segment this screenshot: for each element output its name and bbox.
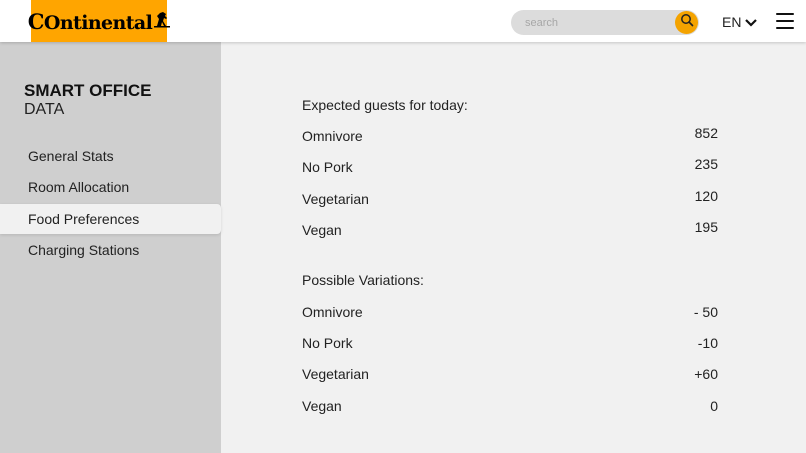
sidebar-item-label: Charging Stations	[28, 242, 140, 258]
top-header: COntinental EN	[0, 0, 806, 42]
sidebar-item-general-stats[interactable]: General Stats	[0, 141, 221, 171]
sidebar-subtitle: DATA	[24, 101, 65, 118]
possible-variations-title: Possible Variations:	[302, 272, 424, 288]
expected-row-value: 120	[694, 188, 718, 204]
variation-row-label: Vegan	[302, 398, 342, 414]
search-icon	[680, 13, 694, 32]
variation-row-value: +60	[694, 366, 718, 382]
chevron-down-icon	[745, 14, 758, 30]
search-bar	[511, 10, 699, 35]
sidebar-item-label: Food Preferences	[28, 211, 140, 227]
horse-icon	[154, 10, 171, 33]
expected-row-label: No Pork	[302, 159, 353, 175]
sidebar-item-label: General Stats	[28, 148, 114, 164]
expected-row-label: Vegetarian	[302, 191, 369, 207]
sidebar-title: SMART OFFICE	[24, 81, 152, 100]
variation-row-value: 0	[710, 398, 718, 414]
variation-row-value: -10	[697, 335, 718, 351]
sidebar: SMART OFFICE DATA General Stats Room All…	[0, 42, 221, 453]
variation-row-label: Omnivore	[302, 304, 363, 320]
language-label: EN	[722, 14, 742, 30]
expected-guests-title: Expected guests for today:	[302, 97, 468, 113]
logo-text: COntinental	[27, 8, 153, 34]
expected-row-label: Omnivore	[302, 128, 363, 144]
variation-row-label: No Pork	[302, 335, 353, 351]
variation-row-label: Vegetarian	[302, 366, 369, 382]
continental-logo[interactable]: COntinental	[27, 0, 171, 42]
expected-row-value: 852	[694, 125, 718, 141]
search-input[interactable]	[525, 10, 675, 35]
sidebar-item-charging-stations[interactable]: Charging Stations	[0, 235, 221, 265]
expected-row-label: Vegan	[302, 222, 342, 238]
search-button[interactable]	[675, 11, 698, 34]
sidebar-item-label: Room Allocation	[28, 179, 130, 195]
language-selector[interactable]: EN	[722, 14, 758, 30]
variation-row-value: - 50	[693, 304, 718, 320]
main-content: Expected guests for today: Omnivore 852 …	[221, 42, 806, 453]
hamburger-menu-icon[interactable]	[776, 13, 794, 29]
sidebar-item-food-preferences[interactable]: Food Preferences	[0, 204, 221, 234]
sidebar-item-room-allocation[interactable]: Room Allocation	[0, 172, 221, 202]
expected-row-value: 195	[694, 219, 718, 235]
expected-row-value: 235	[694, 156, 718, 172]
